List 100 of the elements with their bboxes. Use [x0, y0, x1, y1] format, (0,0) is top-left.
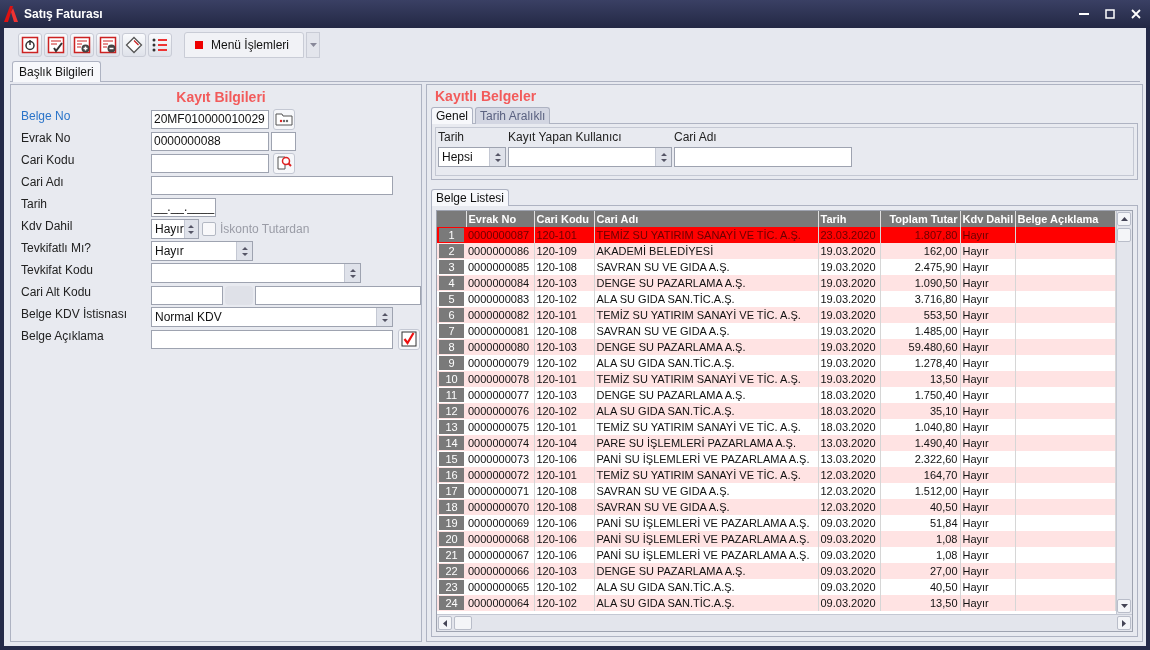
row-number: 1	[439, 228, 464, 242]
row-number: 10	[439, 372, 464, 386]
toolbar-button[interactable]	[18, 33, 42, 57]
dropdown[interactable]: Normal KDV	[151, 307, 393, 327]
toolbar-button[interactable]	[44, 33, 68, 57]
row-number: 7	[439, 324, 464, 338]
table-row[interactable]: 12 0000000076 120-102 ALA SU GIDA SAN.TİC.A.Ş. 18.03.2020 35,10 Hayır	[437, 403, 1115, 419]
table-row[interactable]: 8 0000000080 120-103 DENGE SU PAZARLAMA A.Ş. 19.03.2020 59.480,60 Hayır	[437, 339, 1115, 355]
table-row[interactable]: 18 0000000070 120-108 SAVRAN SU VE GIDA A.Ş. 12.03.2020 40,50 Hayır	[437, 499, 1115, 515]
table-cell: 09.03.2020	[818, 595, 880, 611]
spin-arrows-icon	[187, 223, 196, 235]
row-number: 14	[439, 436, 464, 450]
table-row[interactable]: 21 0000000067 120-106 PANİ SU İŞLEMLERİ VE PAZARLAMA A.Ş. 09.03.2020 1,08 Hayır	[437, 547, 1115, 563]
window-title: Satış Faturası	[24, 7, 104, 21]
tab[interactable]: Belge Listesi	[431, 189, 510, 206]
power-icon	[21, 36, 39, 54]
column-header[interactable]: Kdv Dahil	[960, 211, 1015, 227]
table-cell: Hayır	[960, 595, 1015, 611]
spin-arrows-icon	[659, 151, 668, 163]
table-row[interactable]: 13 0000000075 120-101 TEMİZ SU YATIRIM SANAYİ VE TİC. A.Ş. 18.03.2020 1.040,80 Hayır	[437, 419, 1115, 435]
table-row[interactable]: 9 0000000079 120-102 ALA SU GIDA SAN.TİC.A.Ş. 19.03.2020 1.278,40 Hayır	[437, 355, 1115, 371]
minimize-icon	[1079, 13, 1089, 15]
input-field[interactable]: 20MF010000010029	[151, 109, 269, 129]
table-row[interactable]: 2 0000000086 120-109 AKADEMİ BELEDİYESİ 19.03.2020 162,00 Hayır	[437, 243, 1115, 259]
field-label: Tevkifatlı Mı?	[21, 240, 93, 255]
dropdown[interactable]: Hayır	[151, 219, 199, 239]
column-header[interactable]: Cari Adı	[594, 211, 818, 227]
table-row[interactable]: 19 0000000069 120-106 PANİ SU İŞLEMLERİ VE PAZARLAMA A.Ş. 09.03.2020 51,84 Hayır	[437, 515, 1115, 531]
horizontal-scrollbar[interactable]	[437, 614, 1132, 631]
scroll-thumb[interactable]	[454, 616, 472, 630]
table-row[interactable]: 10 0000000078 120-101 TEMİZ SU YATIRIM SANAYİ VE TİC. A.Ş. 19.03.2020 13,50 Hayır	[437, 371, 1115, 387]
field-label: Tevkifat Kodu	[21, 262, 95, 277]
table-row[interactable]: 11 0000000077 120-103 DENGE SU PAZARLAMA A.Ş. 18.03.2020 1.750,40 Hayır	[437, 387, 1115, 403]
input-field[interactable]	[271, 131, 296, 151]
search-button[interactable]	[273, 152, 295, 174]
spin-arrows-icon	[380, 311, 389, 323]
menu-button[interactable]: Menü İşlemleri	[184, 32, 304, 58]
confirm-button[interactable]	[398, 328, 420, 350]
dropdown-button[interactable]	[306, 32, 320, 58]
table-row[interactable]: 15 0000000073 120-106 PANİ SU İŞLEMLERİ VE PAZARLAMA A.Ş. 13.03.2020 2.322,60 Hayır	[437, 451, 1115, 467]
input-field[interactable]	[255, 285, 421, 305]
table-row[interactable]: 23 0000000065 120-102 ALA SU GIDA SAN.TİC.A.Ş. 09.03.2020 40,50 Hayır	[437, 579, 1115, 595]
row-number: 2	[439, 244, 464, 258]
dropdown[interactable]	[151, 263, 361, 283]
table-row[interactable]: 16 0000000072 120-101 TEMİZ SU YATIRIM SANAYİ VE TİC. A.Ş. 12.03.2020 164,70 Hayır	[437, 467, 1115, 483]
input-field[interactable]	[150, 285, 224, 305]
toolbar-button[interactable]	[70, 33, 94, 57]
column-header[interactable]: Tarih	[818, 211, 880, 227]
table-row[interactable]: 6 0000000082 120-101 TEMİZ SU YATIRIM SANAYİ VE TİC. A.Ş. 19.03.2020 553,50 Hayır	[437, 307, 1115, 323]
row-number: 24	[439, 596, 464, 610]
toolbar-button[interactable]	[122, 33, 146, 57]
input-field[interactable]	[674, 147, 852, 167]
table-row[interactable]: 24 0000000064 120-102 ALA SU GIDA SAN.TİC.A.Ş. 09.03.2020 13,50 Hayır	[437, 595, 1115, 611]
table-cell: ALA SU GIDA SAN.TİC.A.Ş.	[594, 595, 818, 611]
field-label: Tarih	[21, 196, 48, 211]
table-row[interactable]: 14 0000000074 120-104 PARE SU İŞLEMLERİ PAZARLAMA A.Ş. 13.03.2020 1.490,40 Hayır	[437, 435, 1115, 451]
row-number: 19	[439, 516, 464, 530]
checklist-icon	[47, 36, 65, 54]
toolbar-button[interactable]	[96, 33, 120, 57]
document-add-icon	[73, 36, 91, 54]
scroll-thumb[interactable]	[1117, 228, 1131, 242]
toolbar-button[interactable]	[148, 33, 172, 57]
maximize-icon	[1105, 9, 1115, 19]
field-label: Evrak No	[21, 130, 72, 145]
list-icon	[151, 36, 169, 54]
column-header[interactable]: Toplam Tutar	[880, 211, 960, 227]
table-row[interactable]: 4 0000000084 120-103 DENGE SU PAZARLAMA A.Ş. 19.03.2020 1.090,50 Hayır	[437, 275, 1115, 291]
logo-icon	[4, 6, 18, 22]
row-number: 5	[439, 292, 464, 306]
field-label: Belge No	[21, 108, 72, 123]
column-header[interactable]: Belge Açıklama	[1015, 211, 1115, 227]
arrow-left-icon	[443, 619, 447, 627]
column-header[interactable]: Evrak No	[466, 211, 534, 227]
tab[interactable]: Tarih Aralıklı	[475, 107, 551, 124]
search-icon	[276, 155, 292, 171]
field-label: Cari Adı	[21, 174, 65, 189]
dropdown[interactable]	[508, 147, 672, 167]
spin-arrows-icon	[240, 245, 249, 257]
browse-button[interactable]	[273, 108, 295, 130]
input-field[interactable]	[151, 329, 393, 349]
table-row[interactable]: 5 0000000083 120-102 ALA SU GIDA SAN.TİC.A.Ş. 19.03.2020 3.716,80 Hayır	[437, 291, 1115, 307]
input-field[interactable]: 0000000088	[151, 131, 269, 151]
dropdown[interactable]: Hepsi	[438, 147, 506, 167]
table-row[interactable]: 20 0000000068 120-106 PANİ SU İŞLEMLERİ VE PAZARLAMA A.Ş. 09.03.2020 1,08 Hayır	[437, 531, 1115, 547]
tab[interactable]: Başlık Bilgileri	[12, 61, 101, 82]
input-field[interactable]	[151, 175, 393, 195]
filter-label: Tarih	[438, 130, 465, 144]
column-header[interactable]: Cari Kodu	[534, 211, 594, 227]
table-row[interactable]: 22 0000000066 120-103 DENGE SU PAZARLAMA A.Ş. 09.03.2020 27,00 Hayır	[437, 563, 1115, 579]
row-number: 9	[439, 356, 464, 370]
tab[interactable]: Genel	[431, 107, 474, 124]
dropdown[interactable]: Hayır	[151, 241, 253, 261]
table-row[interactable]: 3 0000000085 120-108 SAVRAN SU VE GIDA A.Ş. 19.03.2020 2.475,90 Hayır	[437, 259, 1115, 275]
row-number: 23	[439, 580, 464, 594]
table-row[interactable]: 1 0000000087 120-101 TEMİZ SU YATIRIM SANAYİ VE TİC. A.Ş. 23.03.2020 1.807,80 Hayır	[437, 227, 1115, 243]
table-row[interactable]: 7 0000000081 120-108 SAVRAN SU VE GIDA A.Ş. 19.03.2020 1.485,00 Hayır	[437, 323, 1115, 339]
table-row[interactable]: 17 0000000071 120-108 SAVRAN SU VE GIDA A.Ş. 12.03.2020 1.512,00 Hayır	[437, 483, 1115, 499]
row-number: 16	[439, 468, 464, 482]
input-field[interactable]	[151, 153, 269, 173]
date-field[interactable]: __.__.____	[151, 197, 216, 217]
